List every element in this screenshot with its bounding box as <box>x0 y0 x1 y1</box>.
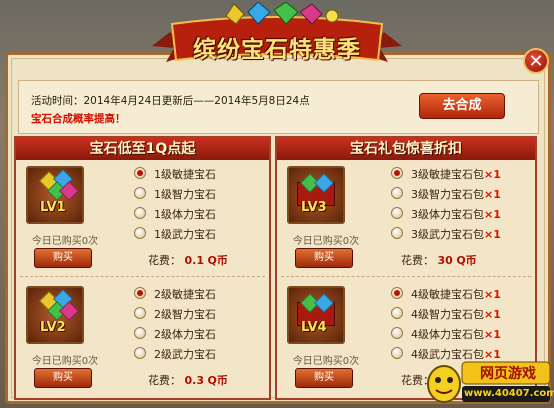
level-label: LV1 <box>40 200 66 215</box>
close-icon: ✕ <box>528 51 544 72</box>
watermark-url: www.40407.com <box>464 388 554 399</box>
go-merge-button[interactable]: 去合成 <box>419 93 505 119</box>
bought-count: 今日已购买0次 <box>31 236 99 247</box>
cost-lv3: 花费： 30 Q币 <box>401 254 477 267</box>
option-agility[interactable]: 2级敏捷宝石 <box>134 284 274 304</box>
left-panel-header: 宝石低至1Q点起 <box>16 138 269 160</box>
radio-button[interactable] <box>134 167 146 179</box>
option-stamina-pack[interactable]: 3级体力宝石包×1 <box>391 204 531 224</box>
radio-button[interactable] <box>391 207 403 219</box>
bought-count: 今日已购买0次 <box>31 356 99 367</box>
radio-button[interactable] <box>391 287 403 299</box>
radio-button[interactable] <box>391 327 403 339</box>
option-intellect-pack[interactable]: 4级智力宝石包×1 <box>391 304 531 324</box>
cost-lv2: 花费： 0.3 Q币 <box>148 374 228 387</box>
event-time-value: 2014年4月24日更新后——2014年5月8日24点 <box>83 95 310 107</box>
option-stamina[interactable]: 2级体力宝石 <box>134 324 274 344</box>
title-banner: 缤纷宝石特惠季 <box>152 2 402 68</box>
radio-button[interactable] <box>391 187 403 199</box>
tier-lv3: LV3 今日已购买0次 购买 3级敏捷宝石包×1 3级智力宝石包×1 3级体力宝… <box>277 160 535 280</box>
radio-button[interactable] <box>134 287 146 299</box>
gem-options-lv2: 2级敏捷宝石 2级智力宝石 2级体力宝石 2级武力宝石 <box>134 284 274 364</box>
radio-button[interactable] <box>391 167 403 179</box>
gift-options-lv3: 3级敏捷宝石包×1 3级智力宝石包×1 3级体力宝石包×1 3级武力宝石包×1 <box>391 164 531 244</box>
close-button[interactable]: ✕ <box>523 48 549 74</box>
radio-button[interactable] <box>391 307 403 319</box>
tier-lv2: LV2 今日已购买0次 购买 2级敏捷宝石 2级智力宝石 2级体力宝石 2级武力… <box>16 280 269 400</box>
option-agility-pack[interactable]: 4级敏捷宝石包×1 <box>391 284 531 304</box>
radio-button[interactable] <box>134 347 146 359</box>
buy-button-lv3[interactable]: 购买 <box>295 248 353 268</box>
option-agility-pack[interactable]: 3级敏捷宝石包×1 <box>391 164 531 184</box>
left-panel: 宝石低至1Q点起 LV1 今日已购买0次 购买 1级敏捷宝石 1级智力宝石 1级… <box>14 136 271 400</box>
gift-box-icon: LV4 <box>287 286 345 344</box>
option-strength[interactable]: 2级武力宝石 <box>134 344 274 364</box>
radio-button[interactable] <box>391 347 403 359</box>
option-intellect-pack[interactable]: 3级智力宝石包×1 <box>391 184 531 204</box>
option-stamina-pack[interactable]: 4级体力宝石包×1 <box>391 324 531 344</box>
radio-button[interactable] <box>134 307 146 319</box>
radio-button[interactable] <box>391 227 403 239</box>
radio-button[interactable] <box>134 187 146 199</box>
option-strength-pack[interactable]: 3级武力宝石包×1 <box>391 224 531 244</box>
tier-lv1: LV1 今日已购买0次 购买 1级敏捷宝石 1级智力宝石 1级体力宝石 1级武力… <box>16 160 269 280</box>
option-agility[interactable]: 1级敏捷宝石 <box>134 164 274 184</box>
cost-lv1: 花费： 0.1 Q币 <box>148 254 228 267</box>
buy-button-lv2[interactable]: 购买 <box>34 368 92 388</box>
event-info: 活动时间：2014年4月24日更新后——2014年5月8日24点 宝石合成概率提… <box>18 80 539 134</box>
radio-button[interactable] <box>134 227 146 239</box>
event-notice: 宝石合成概率提高！ <box>31 113 126 125</box>
event-time-label: 活动时间： <box>31 95 84 107</box>
page-title: 缤纷宝石特惠季 <box>193 36 361 63</box>
right-panel-header: 宝石礼包惊喜折扣 <box>277 138 535 160</box>
option-stamina[interactable]: 1级体力宝石 <box>134 204 274 224</box>
radio-button[interactable] <box>134 327 146 339</box>
gem-bundle-icon: LV1 <box>26 166 84 224</box>
level-label: LV4 <box>301 320 327 335</box>
gift-options-lv4: 4级敏捷宝石包×1 4级智力宝石包×1 4级体力宝石包×1 4级武力宝石包×1 <box>391 284 531 364</box>
option-strength[interactable]: 1级武力宝石 <box>134 224 274 244</box>
gift-box-icon: LV3 <box>287 166 345 224</box>
watermark-title: 网页游戏 <box>480 366 536 382</box>
gem-bundle-icon: LV2 <box>26 286 84 344</box>
level-label: LV3 <box>301 200 327 215</box>
option-intellect[interactable]: 1级智力宝石 <box>134 184 274 204</box>
bought-count: 今日已购买0次 <box>292 236 360 247</box>
level-label: LV2 <box>40 320 66 335</box>
bought-count: 今日已购买0次 <box>292 356 360 367</box>
option-intellect[interactable]: 2级智力宝石 <box>134 304 274 324</box>
site-logo: 网页游戏 www.40407.com <box>426 358 554 406</box>
buy-button-lv4[interactable]: 购买 <box>295 368 353 388</box>
gem-options-lv1: 1级敏捷宝石 1级智力宝石 1级体力宝石 1级武力宝石 <box>134 164 274 244</box>
buy-button-lv1[interactable]: 购买 <box>34 248 92 268</box>
radio-button[interactable] <box>134 207 146 219</box>
